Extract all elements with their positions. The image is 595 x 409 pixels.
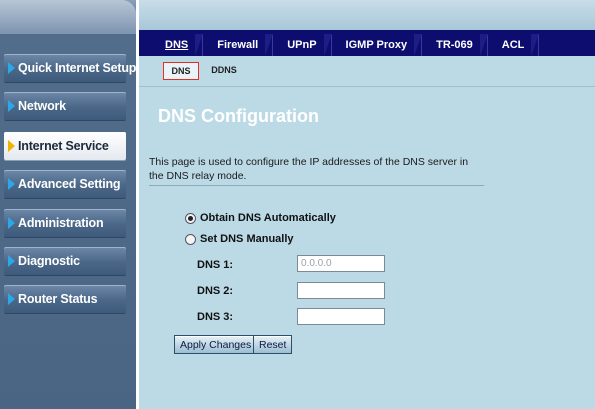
reset-button[interactable]: Reset xyxy=(253,335,293,354)
radio-button[interactable] xyxy=(185,233,196,245)
sidebar-item-label: Diagnostic xyxy=(18,254,80,268)
apply-changes-button[interactable]: Apply Changes xyxy=(174,335,258,354)
sidebar-item-administration[interactable]: Administration xyxy=(4,209,126,237)
page-title: DNS Configuration xyxy=(158,106,319,126)
main-content: DNS Firewall UPnP IGMP Proxy TR-069 ACL … xyxy=(139,0,595,409)
sidebar-item-label: Internet Service xyxy=(18,139,109,153)
sidebar-item-advanced-setting[interactable]: Advanced Setting xyxy=(4,170,126,198)
divider xyxy=(149,185,484,186)
sidebar-item-internet-service[interactable]: Internet Service xyxy=(4,132,126,160)
sidebar-item-label: Network xyxy=(18,99,66,113)
subtab-dns[interactable]: DNS xyxy=(163,62,199,80)
tab-list: DNS Firewall UPnP IGMP Proxy TR-069 ACL xyxy=(151,34,540,56)
dns3-label: DNS 3: xyxy=(197,311,234,323)
sidebar-item-diagnostic[interactable]: Diagnostic xyxy=(4,247,126,275)
arrow-right-icon xyxy=(8,178,15,190)
arrow-right-icon xyxy=(8,217,15,229)
arrow-right-icon xyxy=(8,293,15,305)
tab-igmp-proxy[interactable]: IGMP Proxy xyxy=(332,34,423,56)
arrow-right-icon xyxy=(8,140,15,152)
sidebar-item-label: Administration xyxy=(18,216,104,230)
tab-tr-069[interactable]: TR-069 xyxy=(422,34,488,56)
sidebar-item-quick-internet-setup[interactable]: Quick Internet Setup xyxy=(4,54,136,82)
arrow-right-icon xyxy=(8,100,15,112)
tab-acl[interactable]: ACL xyxy=(488,34,540,56)
dns3-field[interactable] xyxy=(297,308,385,325)
tab-upnp[interactable]: UPnP xyxy=(273,34,332,56)
dns2-field[interactable] xyxy=(297,282,385,299)
sidebar-item-network[interactable]: Network xyxy=(4,92,126,120)
arrow-right-icon xyxy=(8,255,15,267)
dns2-label: DNS 2: xyxy=(197,285,234,297)
subtab-ddns[interactable]: DDNS xyxy=(209,62,239,78)
radio-label: Obtain DNS Automatically xyxy=(200,212,336,224)
sidebar-item-label: Router Status xyxy=(18,292,98,306)
tab-dns[interactable]: DNS xyxy=(151,34,204,56)
sidebar-item-router-status[interactable]: Router Status xyxy=(4,285,126,313)
tab-firewall[interactable]: Firewall xyxy=(203,34,274,56)
top-strip xyxy=(139,0,595,30)
dns1-label: DNS 1: xyxy=(197,259,234,271)
sidebar-item-label: Quick Internet Setup xyxy=(18,61,137,75)
radio-button-checked[interactable] xyxy=(185,212,196,224)
radio-set-dns-manually[interactable]: Set DNS Manually xyxy=(185,233,294,245)
arrow-right-icon xyxy=(8,62,15,74)
radio-obtain-dns-automatically[interactable]: Obtain DNS Automatically xyxy=(185,212,336,224)
sub-navigation: DNS DDNS xyxy=(139,56,595,87)
sidebar: Quick Internet Setup Network Internet Se… xyxy=(0,0,136,409)
sidebar-header-cap xyxy=(0,0,136,34)
sidebar-item-label: Advanced Setting xyxy=(18,177,121,191)
page-description: This page is used to configure the IP ad… xyxy=(149,156,469,182)
radio-label: Set DNS Manually xyxy=(200,233,294,245)
dns1-field[interactable] xyxy=(297,255,385,272)
